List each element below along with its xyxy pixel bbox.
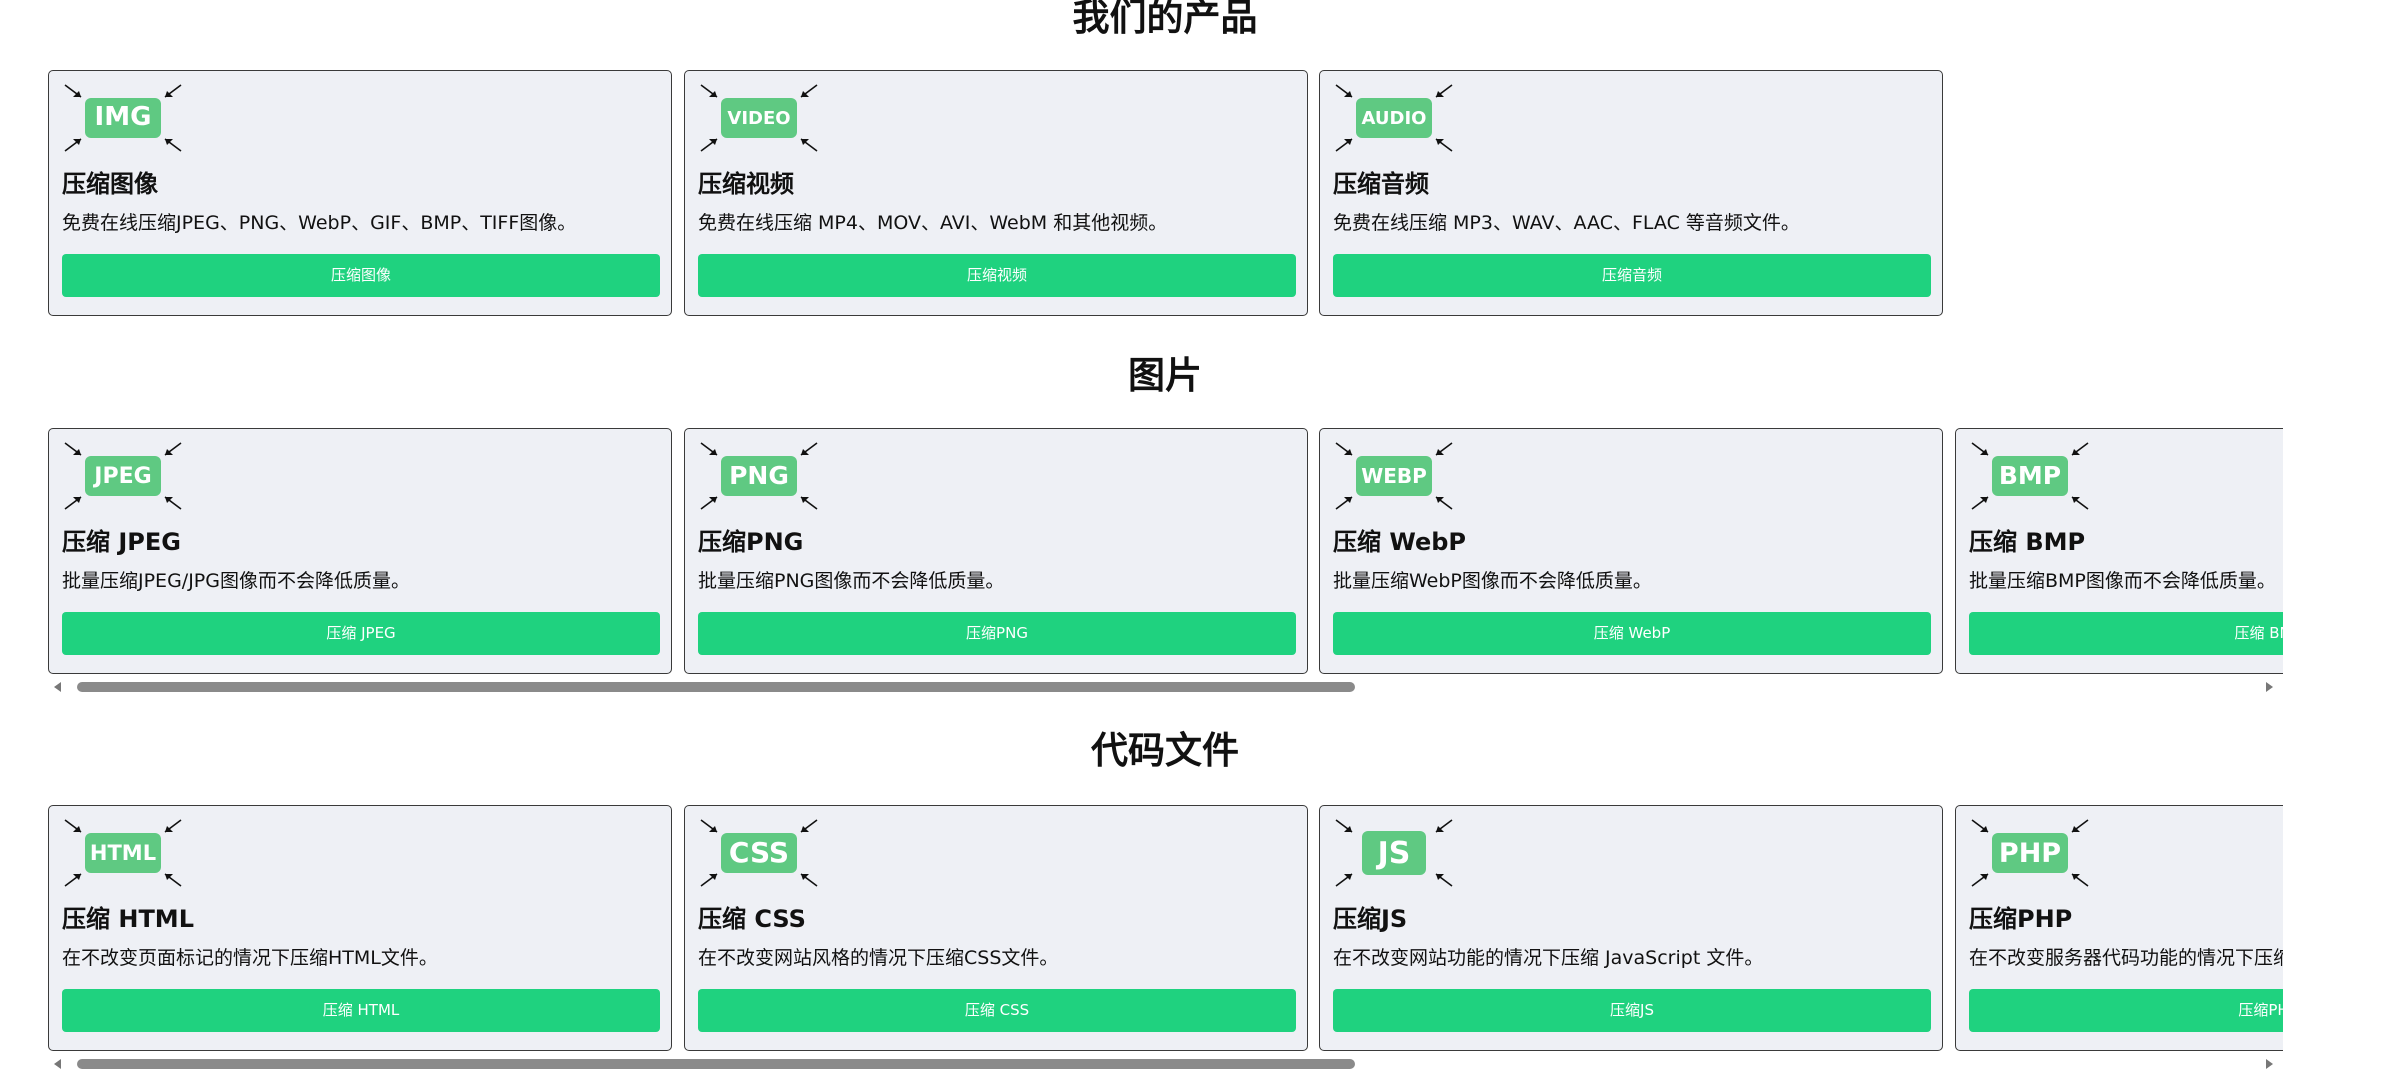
html-badge-icon: HTML bbox=[64, 819, 182, 887]
scroll-right-arrow-icon[interactable] bbox=[2266, 1059, 2273, 1069]
product-card-audio: AUDIO 压缩音频 免费在线压缩 MP3、WAV、AAC、FLAC 等音频文件… bbox=[1319, 70, 1943, 316]
card-title: 压缩PNG bbox=[698, 528, 804, 556]
products-row: IMG 压缩图像 免费在线压缩JPEG、PNG、WebP、GIF、BMP、TIF… bbox=[48, 70, 2283, 320]
card-title: 压缩 JPEG bbox=[62, 528, 181, 556]
card-title: 压缩视频 bbox=[698, 170, 794, 198]
svg-text:PHP: PHP bbox=[1999, 838, 2061, 869]
card-description: 在不改变网站功能的情况下压缩 JavaScript 文件。 bbox=[1333, 947, 1764, 969]
code-card-php: PHP 压缩PHP 在不改变服务器代码功能的情况下压缩PHP文件。 压缩PHP bbox=[1955, 805, 2283, 1051]
card-title: 压缩 BMP bbox=[1969, 528, 2086, 556]
jpeg-badge-icon: JPEG bbox=[64, 442, 182, 510]
img-badge-icon: IMG bbox=[64, 84, 182, 152]
compress-jpeg-button[interactable]: 压缩 JPEG bbox=[62, 612, 660, 655]
card-title: 压缩图像 bbox=[62, 170, 158, 198]
svg-text:HTML: HTML bbox=[90, 841, 156, 865]
card-description: 批量压缩WebP图像而不会降低质量。 bbox=[1333, 570, 1652, 592]
image-card-bmp: BMP 压缩 BMP 批量压缩BMP图像而不会降低质量。 压缩 BMP bbox=[1955, 428, 2283, 674]
scroll-left-arrow-icon[interactable] bbox=[54, 682, 61, 692]
scroll-left-arrow-icon[interactable] bbox=[54, 1059, 61, 1069]
php-badge-icon: PHP bbox=[1971, 819, 2089, 887]
webp-badge-icon: WEBP bbox=[1335, 442, 1453, 510]
card-description: 批量压缩JPEG/JPG图像而不会降低质量。 bbox=[62, 570, 410, 592]
card-title: 压缩 WebP bbox=[1333, 528, 1467, 556]
svg-text:CSS: CSS bbox=[729, 836, 789, 869]
css-badge-icon: CSS bbox=[700, 819, 818, 887]
svg-text:JS: JS bbox=[1376, 836, 1411, 871]
code-card-html: HTML 压缩 HTML 在不改变页面标记的情况下压缩HTML文件。 压缩 HT… bbox=[48, 805, 672, 1051]
scrollbar-thumb[interactable] bbox=[77, 682, 1355, 692]
svg-text:BMP: BMP bbox=[1999, 461, 2061, 490]
code-card-css: CSS 压缩 CSS 在不改变网站风格的情况下压缩CSS文件。 压缩 CSS bbox=[684, 805, 1308, 1051]
compress-html-button[interactable]: 压缩 HTML bbox=[62, 989, 660, 1032]
code-card-js: JS 压缩JS 在不改变网站功能的情况下压缩 JavaScript 文件。 压缩… bbox=[1319, 805, 1943, 1051]
images-row-scrollbar[interactable] bbox=[48, 678, 2283, 696]
image-card-jpeg: JPEG 压缩 JPEG 批量压缩JPEG/JPG图像而不会降低质量。 压缩 J… bbox=[48, 428, 672, 674]
bmp-badge-icon: BMP bbox=[1971, 442, 2089, 510]
compress-css-button[interactable]: 压缩 CSS bbox=[698, 989, 1296, 1032]
compress-php-button[interactable]: 压缩PHP bbox=[1969, 989, 2283, 1032]
product-card-image: IMG 压缩图像 免费在线压缩JPEG、PNG、WebP、GIF、BMP、TIF… bbox=[48, 70, 672, 316]
audio-badge-icon: AUDIO bbox=[1335, 84, 1453, 152]
svg-text:WEBP: WEBP bbox=[1361, 464, 1427, 488]
card-title: 压缩音频 bbox=[1333, 170, 1429, 198]
card-description: 免费在线压缩 MP4、MOV、AVI、WebM 和其他视频。 bbox=[698, 212, 1168, 234]
image-card-png: PNG 压缩PNG 批量压缩PNG图像而不会降低质量。 压缩PNG bbox=[684, 428, 1308, 674]
section-title-code-files: 代码文件 bbox=[1091, 729, 1239, 772]
card-title: 压缩 HTML bbox=[62, 905, 194, 933]
svg-text:JPEG: JPEG bbox=[92, 464, 151, 489]
section-title-images: 图片 bbox=[1128, 354, 1202, 397]
compress-audio-button[interactable]: 压缩音频 bbox=[1333, 254, 1931, 297]
video-badge-icon: VIDEO bbox=[700, 84, 818, 152]
images-row[interactable]: JPEG 压缩 JPEG 批量压缩JPEG/JPG图像而不会降低质量。 压缩 J… bbox=[48, 428, 2283, 678]
compress-video-button[interactable]: 压缩视频 bbox=[698, 254, 1296, 297]
code-files-row-scrollbar[interactable] bbox=[48, 1055, 2283, 1073]
compress-image-button[interactable]: 压缩图像 bbox=[62, 254, 660, 297]
compress-js-button[interactable]: 压缩JS bbox=[1333, 989, 1931, 1032]
card-description: 在不改变页面标记的情况下压缩HTML文件。 bbox=[62, 947, 438, 969]
svg-text:PNG: PNG bbox=[729, 461, 789, 490]
card-description: 批量压缩PNG图像而不会降低质量。 bbox=[698, 570, 1005, 592]
image-card-webp: WEBP 压缩 WebP 批量压缩WebP图像而不会降低质量。 压缩 WebP bbox=[1319, 428, 1943, 674]
compress-bmp-button[interactable]: 压缩 BMP bbox=[1969, 612, 2283, 655]
card-title: 压缩PHP bbox=[1969, 905, 2073, 933]
scroll-right-arrow-icon[interactable] bbox=[2266, 682, 2273, 692]
card-title: 压缩 CSS bbox=[698, 905, 806, 933]
js-badge-icon: JS bbox=[1335, 819, 1453, 887]
svg-text:AUDIO: AUDIO bbox=[1362, 108, 1427, 129]
card-description: 免费在线压缩JPEG、PNG、WebP、GIF、BMP、TIFF图像。 bbox=[62, 212, 577, 234]
product-card-video: VIDEO 压缩视频 免费在线压缩 MP4、MOV、AVI、WebM 和其他视频… bbox=[684, 70, 1308, 316]
card-description: 在不改变服务器代码功能的情况下压缩PHP文件。 bbox=[1969, 947, 2283, 969]
png-badge-icon: PNG bbox=[700, 442, 818, 510]
section-title-products: 我们的产品 bbox=[1072, 0, 1258, 39]
code-files-row[interactable]: HTML 压缩 HTML 在不改变页面标记的情况下压缩HTML文件。 压缩 HT… bbox=[48, 805, 2283, 1055]
scrollbar-thumb[interactable] bbox=[77, 1059, 1355, 1069]
card-description: 在不改变网站风格的情况下压缩CSS文件。 bbox=[698, 947, 1059, 969]
svg-text:IMG: IMG bbox=[95, 102, 152, 132]
svg-text:VIDEO: VIDEO bbox=[727, 108, 790, 129]
card-title: 压缩JS bbox=[1333, 905, 1408, 933]
card-description: 批量压缩BMP图像而不会降低质量。 bbox=[1969, 570, 2276, 592]
compress-png-button[interactable]: 压缩PNG bbox=[698, 612, 1296, 655]
card-description: 免费在线压缩 MP3、WAV、AAC、FLAC 等音频文件。 bbox=[1333, 212, 1800, 234]
compress-webp-button[interactable]: 压缩 WebP bbox=[1333, 612, 1931, 655]
